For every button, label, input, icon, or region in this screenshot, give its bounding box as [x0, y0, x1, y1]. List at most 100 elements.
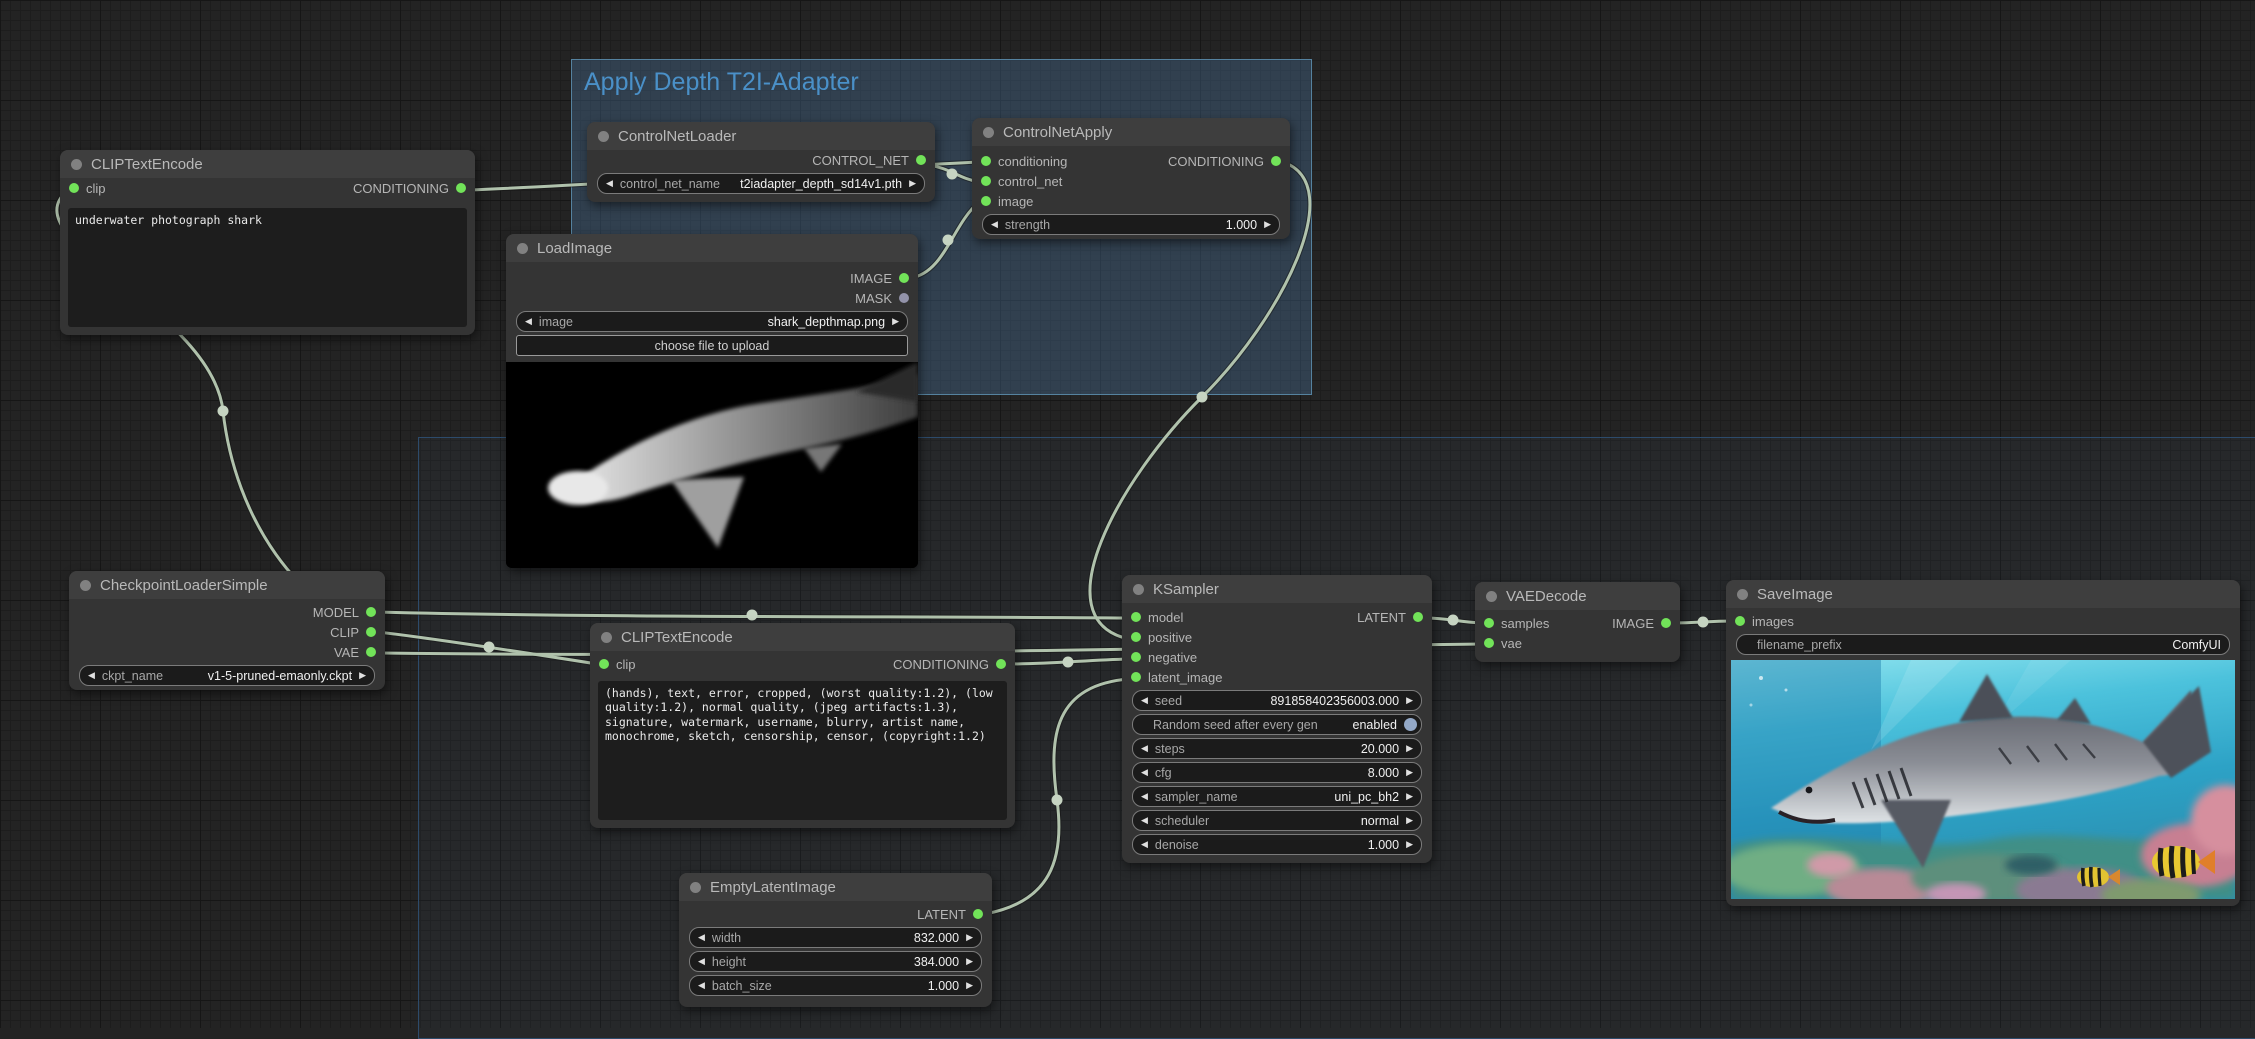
port-dot-icon[interactable]: [1131, 612, 1141, 622]
port-dot-icon[interactable]: [899, 293, 909, 303]
next-value-arrow-icon[interactable]: ▶: [966, 981, 973, 990]
next-value-arrow-icon[interactable]: ▶: [1406, 768, 1413, 777]
vae-output-port[interactable]: VAE: [334, 645, 376, 660]
prev-value-arrow-icon[interactable]: ◀: [1141, 768, 1148, 777]
port-dot-icon[interactable]: [1484, 618, 1494, 628]
node-title-bar[interactable]: ControlNetLoader: [587, 122, 935, 150]
clip-output-port[interactable]: CLIP: [330, 625, 376, 640]
prev-value-arrow-icon[interactable]: ◀: [698, 933, 705, 942]
next-value-arrow-icon[interactable]: ▶: [1406, 696, 1413, 705]
prev-value-arrow-icon[interactable]: ◀: [1141, 744, 1148, 753]
next-value-arrow-icon[interactable]: ▶: [359, 671, 366, 680]
port-dot-icon[interactable]: [1413, 612, 1423, 622]
port-dot-icon[interactable]: [1271, 156, 1281, 166]
prompt-textarea[interactable]: underwater photograph shark: [68, 208, 467, 327]
node-title-bar[interactable]: CheckpointLoaderSimple: [69, 571, 385, 599]
port-dot-icon[interactable]: [996, 659, 1006, 669]
images-input-port[interactable]: images: [1735, 614, 1794, 629]
port-dot-icon[interactable]: [366, 647, 376, 657]
clip-input-port[interactable]: clip: [599, 657, 636, 672]
node-title-bar[interactable]: CLIPTextEncode: [590, 623, 1015, 651]
conditioning-output-port[interactable]: CONDITIONING: [1168, 154, 1281, 169]
conditioning-input-port[interactable]: conditioning: [981, 154, 1067, 169]
ckpt-name-widget[interactable]: ◀ ckpt_name v1-5-pruned-emaonly.ckpt ▶: [79, 665, 375, 686]
port-dot-icon[interactable]: [456, 183, 466, 193]
node-title-bar[interactable]: EmptyLatentImage: [679, 873, 992, 901]
node-ksampler[interactable]: KSampler model LATENT positive negative …: [1122, 575, 1432, 863]
prev-value-arrow-icon[interactable]: ◀: [1141, 792, 1148, 801]
port-dot-icon[interactable]: [973, 909, 983, 919]
prompt-textarea[interactable]: (hands), text, error, cropped, (worst qu…: [598, 681, 1007, 820]
choose-file-button[interactable]: choose file to upload: [516, 335, 908, 356]
cfg-widget[interactable]: ◀ cfg 8.000 ▶: [1132, 762, 1422, 783]
prev-value-arrow-icon[interactable]: ◀: [525, 317, 532, 326]
mask-output-port[interactable]: MASK: [855, 291, 909, 306]
filename-prefix-widget[interactable]: filename_prefix ComfyUI: [1736, 634, 2230, 655]
port-dot-icon[interactable]: [1735, 616, 1745, 626]
node-title-bar[interactable]: VAEDecode: [1475, 582, 1680, 610]
model-input-port[interactable]: model: [1131, 610, 1183, 625]
node-title-bar[interactable]: SaveImage: [1726, 580, 2240, 608]
node-loadimage[interactable]: LoadImage IMAGE MASK ◀ image shark_depth…: [506, 234, 918, 568]
prev-value-arrow-icon[interactable]: ◀: [1141, 696, 1148, 705]
next-value-arrow-icon[interactable]: ▶: [1264, 220, 1271, 229]
collapse-dot-icon[interactable]: [1133, 584, 1144, 595]
collapse-dot-icon[interactable]: [80, 580, 91, 591]
random-seed-toggle-widget[interactable]: Random seed after every gen enabled: [1132, 714, 1422, 735]
port-dot-icon[interactable]: [366, 627, 376, 637]
port-dot-icon[interactable]: [1131, 632, 1141, 642]
latent-output-port[interactable]: LATENT: [917, 907, 983, 922]
prev-value-arrow-icon[interactable]: ◀: [698, 981, 705, 990]
collapse-dot-icon[interactable]: [690, 882, 701, 893]
vae-input-port[interactable]: vae: [1484, 636, 1522, 651]
next-value-arrow-icon[interactable]: ▶: [1406, 816, 1413, 825]
prev-value-arrow-icon[interactable]: ◀: [88, 671, 95, 680]
conditioning-output-port[interactable]: CONDITIONING: [353, 181, 466, 196]
next-value-arrow-icon[interactable]: ▶: [966, 933, 973, 942]
port-dot-icon[interactable]: [916, 155, 926, 165]
batch-size-widget[interactable]: ◀ batch_size 1.000 ▶: [689, 975, 982, 996]
prev-value-arrow-icon[interactable]: ◀: [698, 957, 705, 966]
width-widget[interactable]: ◀ width 832.000 ▶: [689, 927, 982, 948]
control-net-output-port[interactable]: CONTROL_NET: [812, 153, 926, 168]
port-dot-icon[interactable]: [69, 183, 79, 193]
prev-value-arrow-icon[interactable]: ◀: [606, 179, 613, 188]
image-output-port[interactable]: IMAGE: [1612, 616, 1671, 631]
collapse-dot-icon[interactable]: [1486, 591, 1497, 602]
next-value-arrow-icon[interactable]: ▶: [1406, 744, 1413, 753]
conditioning-output-port[interactable]: CONDITIONING: [893, 657, 1006, 672]
latent-output-port[interactable]: LATENT: [1357, 610, 1423, 625]
sampler-name-widget[interactable]: ◀ sampler_name uni_pc_bh2 ▶: [1132, 786, 1422, 807]
node-title-bar[interactable]: KSampler: [1122, 575, 1432, 603]
next-value-arrow-icon[interactable]: ▶: [1406, 792, 1413, 801]
node-checkpointloadersimple[interactable]: CheckpointLoaderSimple MODEL CLIP VAE ◀ …: [69, 571, 385, 690]
port-dot-icon[interactable]: [981, 176, 991, 186]
port-dot-icon[interactable]: [1661, 618, 1671, 628]
control-net-input-port[interactable]: control_net: [981, 174, 1062, 189]
port-dot-icon[interactable]: [1484, 638, 1494, 648]
node-vaedecode[interactable]: VAEDecode samples IMAGE vae: [1475, 582, 1680, 662]
port-dot-icon[interactable]: [1131, 672, 1141, 682]
latent-image-input-port[interactable]: latent_image: [1131, 670, 1222, 685]
port-dot-icon[interactable]: [366, 607, 376, 617]
node-cliptextencode-negative[interactable]: CLIPTextEncode clip CONDITIONING (hands)…: [590, 623, 1015, 828]
prev-value-arrow-icon[interactable]: ◀: [1141, 816, 1148, 825]
denoise-widget[interactable]: ◀ denoise 1.000 ▶: [1132, 834, 1422, 855]
collapse-dot-icon[interactable]: [598, 131, 609, 142]
port-dot-icon[interactable]: [981, 156, 991, 166]
collapse-dot-icon[interactable]: [601, 632, 612, 643]
samples-input-port[interactable]: samples: [1484, 616, 1549, 631]
port-dot-icon[interactable]: [599, 659, 609, 669]
toggle-dot-icon[interactable]: [1404, 718, 1417, 731]
control-net-name-widget[interactable]: ◀ control_net_name t2iadapter_depth_sd14…: [597, 173, 925, 194]
next-value-arrow-icon[interactable]: ▶: [1406, 840, 1413, 849]
image-file-widget[interactable]: ◀ image shark_depthmap.png ▶: [516, 311, 908, 332]
port-dot-icon[interactable]: [899, 273, 909, 283]
height-widget[interactable]: ◀ height 384.000 ▶: [689, 951, 982, 972]
node-saveimage[interactable]: SaveImage images filename_prefix ComfyUI: [1726, 580, 2240, 906]
positive-input-port[interactable]: positive: [1131, 630, 1192, 645]
node-title-bar[interactable]: ControlNetApply: [972, 118, 1290, 146]
node-title-bar[interactable]: LoadImage: [506, 234, 918, 262]
seed-widget[interactable]: ◀ seed 891858402356003.000 ▶: [1132, 690, 1422, 711]
node-controlnetloader[interactable]: ControlNetLoader CONTROL_NET ◀ control_n…: [587, 122, 935, 202]
